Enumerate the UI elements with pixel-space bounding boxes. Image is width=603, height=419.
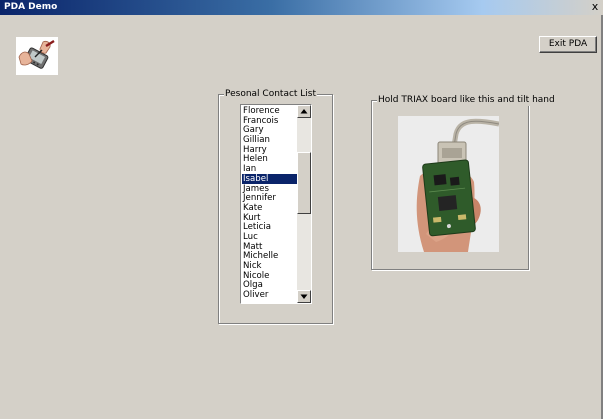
contact-list-item[interactable]: Kate <box>242 203 298 213</box>
contact-list-item[interactable]: Nicole <box>242 271 298 281</box>
triangle-down-icon <box>300 294 308 299</box>
contact-list-item[interactable]: Gary <box>242 125 298 136</box>
contact-list-item[interactable]: Matt <box>242 242 298 252</box>
triax-board-photo <box>398 116 500 252</box>
contact-list-item[interactable]: Nick <box>242 261 298 271</box>
contact-listbox[interactable]: Florence Francois Gary Gillian Harry Helen Ian… <box>240 104 312 304</box>
contact-list-item[interactable]: Oliver <box>242 290 298 300</box>
contact-list-item[interactable]: Olga <box>242 280 298 291</box>
contact-list-item[interactable]: Leticia <box>242 222 298 232</box>
contact-list-item[interactable]: Francois <box>242 116 298 126</box>
contact-list-item[interactable]: Florence <box>242 106 298 116</box>
contact-list-item[interactable]: Helen <box>242 154 298 165</box>
scroll-down-button[interactable] <box>297 290 311 303</box>
contact-list-scrollbar[interactable] <box>297 105 311 303</box>
window-title: PDA Demo <box>4 2 58 12</box>
exit-pda-button[interactable]: Exit PDA <box>539 36 597 53</box>
title-bar[interactable]: PDA Demo x <box>0 0 603 15</box>
pda-stylus-hand-icon <box>16 37 58 75</box>
contact-list-item[interactable]: Luc <box>242 232 298 242</box>
contact-list-item[interactable]: Isabel <box>242 173 298 184</box>
contact-list-item[interactable]: Michelle <box>242 251 298 261</box>
triax-instruction-label: Hold TRIAX board like this and tilt hand <box>377 94 556 106</box>
close-button[interactable]: x <box>589 1 601 12</box>
scroll-thumb[interactable] <box>297 152 311 214</box>
contact-list-item[interactable]: Harry <box>242 145 298 155</box>
triangle-up-icon <box>300 109 308 114</box>
scroll-up-button[interactable] <box>297 105 311 118</box>
contact-list-label: Pesonal Contact List <box>224 88 318 100</box>
contact-list-item[interactable]: Ian <box>242 164 298 174</box>
contact-list-item[interactable]: Gillian <box>242 135 298 145</box>
contact-list-item[interactable]: Kurt <box>242 213 298 223</box>
contact-list-items: Florence Francois Gary Gillian Harry Helen Ian… <box>242 106 298 300</box>
contact-list-item[interactable]: Jennifer <box>242 193 298 203</box>
contact-list-item[interactable]: James <box>242 184 298 194</box>
